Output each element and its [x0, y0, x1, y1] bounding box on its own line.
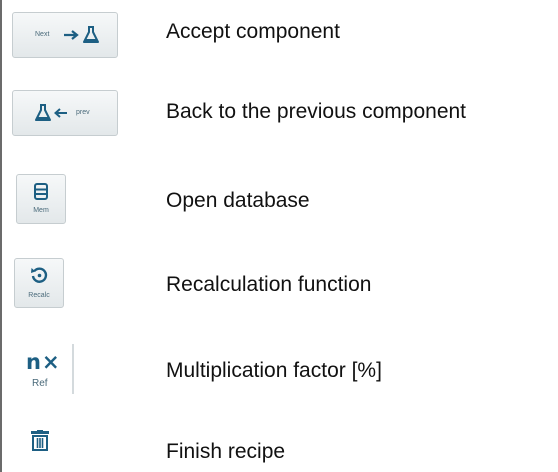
finish-description: Finish recipe: [166, 440, 286, 463]
trash-icon: [31, 430, 49, 451]
mem-description: Open database: [166, 189, 310, 212]
recalc-icon: [31, 267, 48, 283]
recalc-button-label: Recalc: [28, 292, 50, 299]
prev-description: Back to the previous component: [166, 100, 467, 123]
recalc-description: Recalculation function: [166, 273, 372, 296]
legend-row-recalc: Recalc Recalculation function: [0, 254, 558, 314]
arrow-left-icon: [54, 108, 67, 118]
legend-row-mem: Mem Open database: [0, 170, 558, 230]
left-border: [0, 0, 2, 472]
next-button-label: Next: [35, 31, 50, 38]
legend-row-ref: n× Ref Multiplication factor [%]: [0, 340, 558, 400]
mem-button-label: Mem: [33, 207, 49, 214]
mem-button[interactable]: Mem: [16, 174, 66, 224]
arrow-right-icon: [64, 30, 79, 40]
database-icon: [34, 183, 48, 200]
legend-row-prev: prev Back to the previous component: [0, 86, 558, 140]
ref-button-label: Ref: [32, 378, 48, 389]
prev-button[interactable]: prev: [12, 90, 118, 136]
legend-row-finish: Finish recipe: [0, 422, 558, 472]
ref-description: Multiplication factor [%]: [166, 359, 382, 382]
next-description: Accept component: [166, 20, 340, 43]
finish-button[interactable]: [26, 428, 56, 458]
flask-icon: [35, 104, 51, 121]
multiply-glyph: n×: [26, 350, 61, 374]
divider: [72, 344, 74, 394]
flask-icon: [83, 26, 99, 43]
recalc-button[interactable]: Recalc: [14, 258, 64, 308]
prev-button-label: prev: [76, 109, 90, 116]
ref-button[interactable]: n× Ref: [14, 342, 74, 396]
legend-row-next: Next Accept component: [0, 8, 558, 62]
next-button[interactable]: Next: [12, 12, 118, 58]
